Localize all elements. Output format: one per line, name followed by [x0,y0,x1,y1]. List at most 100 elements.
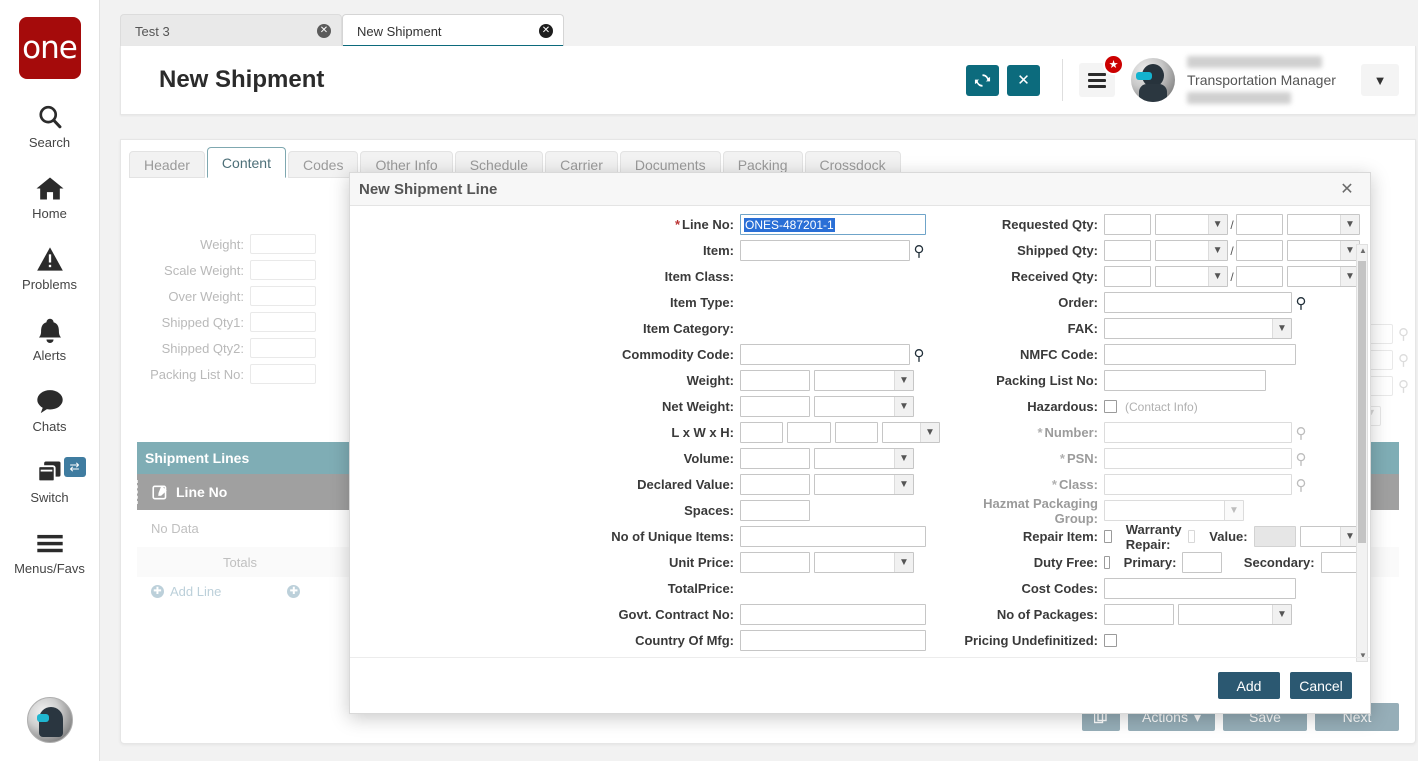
line-no-input[interactable]: ONES-487201-1 [740,214,926,235]
commodity-code-search-icon[interactable]: ⚲ [910,346,928,364]
field-item-category: Item Category: [350,316,940,341]
volume-input[interactable] [740,448,810,469]
tab-label: Crossdock [819,156,886,173]
avatar[interactable] [1131,58,1175,102]
field-commodity-code: Commodity Code: ⚲ [350,342,940,367]
sidebar-item-home[interactable]: Home [0,172,100,221]
no-of-packages-uom-select[interactable]: ▼ [1178,604,1292,625]
shipped-qty2-input[interactable] [1236,240,1284,261]
packing-list-no-input[interactable] [1104,370,1266,391]
cancel-label: Cancel [1299,677,1343,694]
shipped-qty2-uom-select[interactable]: ▼ [1287,240,1360,261]
value-currency-select[interactable]: ▼ [1299,526,1360,547]
fak-select[interactable]: ▼ [1104,318,1292,339]
pricing-undefinitized-checkbox[interactable] [1104,634,1117,647]
requested-qty-uom-select[interactable]: ▼ [1155,214,1228,235]
sidebar-item-search[interactable]: Search [0,101,100,150]
requested-qty2-input[interactable] [1236,214,1284,235]
repair-item-checkbox[interactable] [1104,530,1112,543]
height-input[interactable] [834,422,879,443]
requested-qty2-uom-select[interactable]: ▼ [1287,214,1360,235]
page-title: New Shipment [159,66,325,93]
field-repair-item: Repair Item: Warranty Repair: Value: ▼ [940,522,1360,552]
order-input[interactable] [1104,292,1292,313]
browser-tab-test3[interactable]: Test 3 ✕ [120,14,342,47]
hazmat-class-search-icon[interactable]: ⚲ [1292,476,1310,494]
order-search-icon[interactable]: ⚲ [1292,294,1310,312]
hazmat-packaging-group-select[interactable]: ▼ [1104,500,1244,521]
close-x-icon[interactable]: ✕ [1336,178,1358,200]
received-qty-input[interactable] [1104,266,1152,287]
field-cost-codes: Cost Codes: [940,576,1360,601]
sidebar-item-switch[interactable]: ⇄ Switch [0,456,100,505]
add-button[interactable]: Add [1218,672,1280,699]
shipped-qty-input[interactable] [1104,240,1152,261]
hamburger-icon [35,527,65,559]
scroll-up-arrow-icon[interactable]: ▲ [1359,246,1367,255]
modal-vertical-scrollbar[interactable]: ▲ ▼ [1356,244,1368,662]
hazmat-number-input[interactable] [1104,422,1292,443]
unit-price-currency-select[interactable]: ▼ [814,552,914,573]
sidebar-item-alerts[interactable]: Alerts [0,314,100,363]
received-qty-uom-select[interactable]: ▼ [1155,266,1228,287]
sidebar-item-problems[interactable]: Problems [0,243,100,292]
chevron-down-icon[interactable]: ▼ [1361,64,1399,96]
no-unique-items-input[interactable] [740,526,926,547]
commodity-code-input[interactable] [740,344,910,365]
cancel-button[interactable]: Cancel [1290,672,1352,699]
app-logo[interactable]: one [18,17,81,79]
hazmat-psn-input[interactable] [1104,448,1292,469]
declared-value-input[interactable] [740,474,810,495]
hazmat-number-search-icon[interactable]: ⚲ [1292,424,1310,442]
hazmat-psn-search-icon[interactable]: ⚲ [1292,450,1310,468]
vscroll-thumb[interactable] [1358,261,1366,543]
length-input[interactable] [740,422,784,443]
cost-codes-input[interactable] [1104,578,1296,599]
field-net-weight: Net Weight: ▼ [350,394,940,419]
new-shipment-line-modal: New Shipment Line ✕ * Line No: ONES-48720… [349,172,1371,714]
browser-tab-new-shipment[interactable]: New Shipment ✕ [342,14,564,48]
close-icon[interactable]: ✕ [317,24,331,38]
sidebar-avatar[interactable] [27,697,73,743]
govt-contract-no-input[interactable] [740,604,926,625]
switch-badge-icon[interactable]: ⇄ [63,457,86,477]
tab-content[interactable]: Content [206,147,286,178]
country-of-mfg-input[interactable] [740,630,926,651]
volume-uom-select[interactable]: ▼ [814,448,914,469]
close-x-icon[interactable]: ✕ [1007,64,1040,96]
hazmat-class-input[interactable] [1104,474,1292,495]
primary-input[interactable] [1182,552,1222,573]
grid-col-line-no[interactable]: Line No [137,480,357,504]
nmfc-code-input[interactable] [1104,344,1296,365]
tab-header[interactable]: Header [129,151,205,178]
item-input[interactable] [740,240,910,261]
declared-value-currency-select[interactable]: ▼ [814,474,914,495]
plus-circle-icon-2[interactable]: ✚ [287,584,301,598]
received-qty2-uom-select[interactable]: ▼ [1287,266,1360,287]
required-marker: * [1037,425,1043,440]
field-label: L x W x H: [671,425,734,440]
hazardous-checkbox[interactable] [1104,400,1117,413]
spaces-input[interactable] [740,500,810,521]
net-weight-uom-select[interactable]: ▼ [814,396,914,417]
sidebar-item-menus-favs[interactable]: Menus/Favs [0,527,100,576]
hamburger-menu-icon[interactable]: ★ [1079,54,1124,97]
unit-price-input[interactable] [740,552,810,573]
warranty-repair-checkbox[interactable] [1187,530,1196,543]
net-weight-input[interactable] [740,396,810,417]
shipped-qty-uom-select[interactable]: ▼ [1155,240,1228,261]
requested-qty-input[interactable] [1104,214,1152,235]
refresh-icon[interactable] [966,64,999,96]
weight-uom-select[interactable]: ▼ [814,370,914,391]
secondary-input[interactable] [1320,552,1360,573]
close-icon[interactable]: ✕ [539,24,553,38]
received-qty2-input[interactable] [1236,266,1284,287]
sidebar-item-chats[interactable]: Chats [0,385,100,434]
item-search-icon[interactable]: ⚲ [910,242,928,260]
tab-codes[interactable]: Codes [287,151,359,178]
no-of-packages-input[interactable] [1104,604,1174,625]
value-input[interactable] [1253,526,1296,547]
lwh-uom-select[interactable]: ▼ [882,422,940,443]
width-input[interactable] [787,422,831,443]
weight-input[interactable] [740,370,810,391]
